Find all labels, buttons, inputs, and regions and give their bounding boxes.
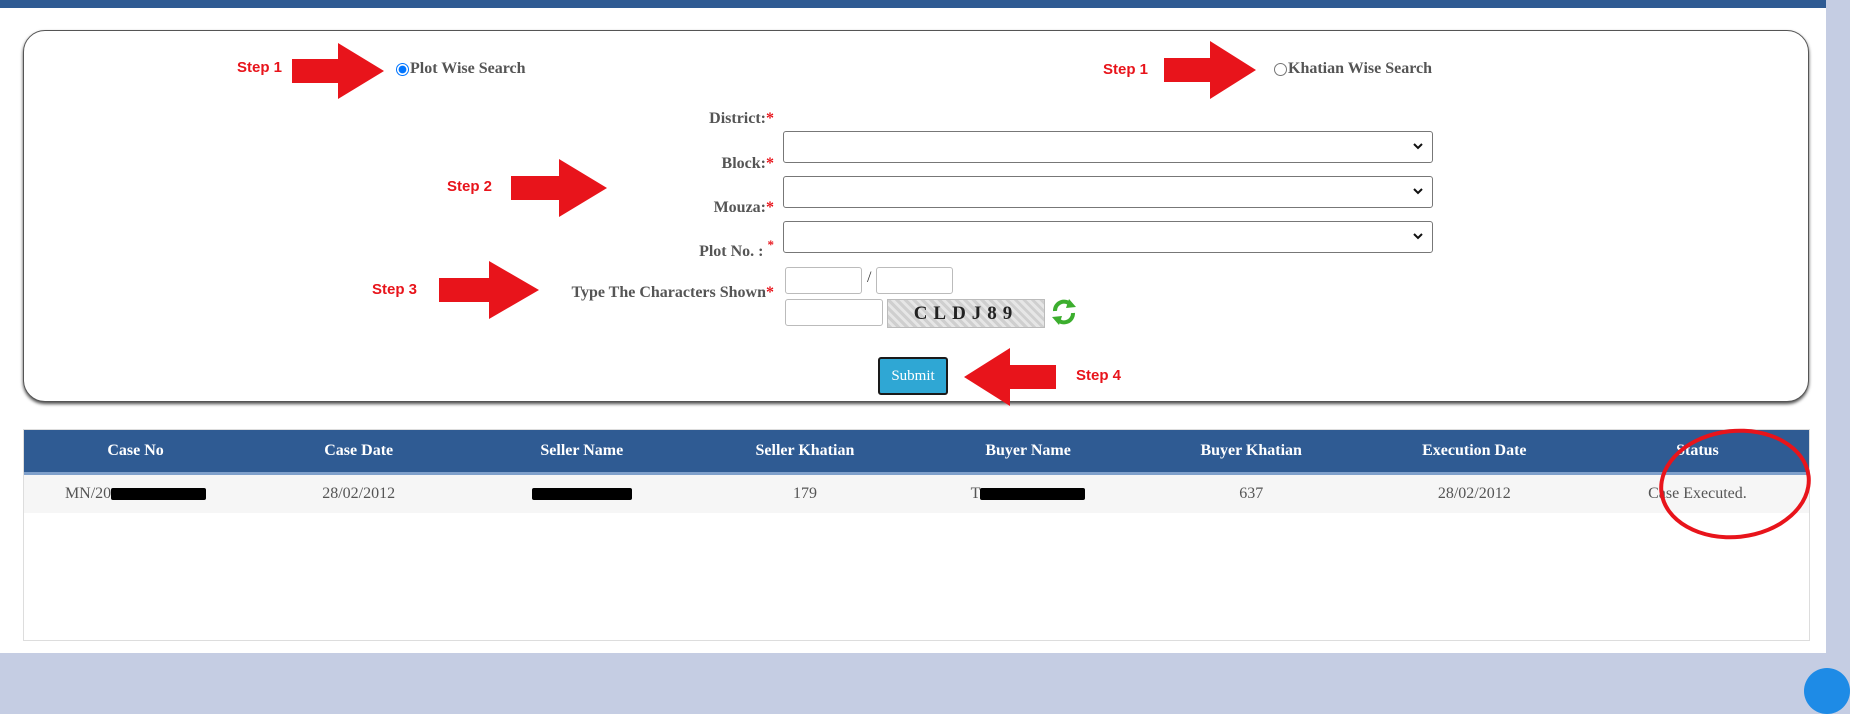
chevron-down-icon <box>1413 188 1423 195</box>
case-no-cell: MN/20 <box>24 475 247 513</box>
mouza-select[interactable] <box>783 221 1433 253</box>
step4-label: Step 4 <box>1076 367 1122 384</box>
plot-no-sub-input[interactable] <box>876 267 953 294</box>
step1-label-khatian: Step 1 <box>1103 61 1149 78</box>
column-header: Buyer Khatian <box>1200 442 1302 459</box>
chevron-down-icon <box>1413 233 1423 240</box>
redaction-mark <box>531 488 632 500</box>
arrow-right-icon <box>1164 41 1256 99</box>
arrow-right-icon <box>439 261 539 319</box>
column-header: Seller Name <box>540 442 624 459</box>
column-header: Execution Date <box>1422 442 1527 459</box>
page-content: Step 1 Plot Wise Search Step 1 Khatian W… <box>0 8 1826 653</box>
captcha-image: CLDJ89 <box>887 299 1045 328</box>
results-table: Case No Case Date Seller Name Seller Kha… <box>23 429 1810 641</box>
column-header: Seller Khatian <box>755 442 855 459</box>
plot-no-label: Plot No. : * <box>699 237 774 260</box>
table-row: MN/20 28/02/2012 179 T 637 28/02/2012 Ca… <box>24 475 1809 513</box>
execution-date-cell: 28/02/2012 <box>1437 485 1511 502</box>
chevron-down-icon <box>1413 143 1423 150</box>
refresh-icon[interactable] <box>1049 297 1079 327</box>
chat-widget-icon[interactable] <box>1804 668 1850 714</box>
redaction-mark <box>111 488 207 500</box>
submit-button[interactable]: Submit <box>878 357 948 395</box>
district-select[interactable] <box>783 131 1433 163</box>
arrow-right-icon <box>511 159 607 217</box>
case-date-cell: 28/02/2012 <box>322 485 396 502</box>
buyer-name-cell: T <box>917 475 1140 513</box>
step2-label: Step 2 <box>447 178 493 195</box>
radio-khatian-wise-search[interactable]: Khatian Wise Search <box>1274 60 1432 78</box>
redaction-mark <box>980 488 1086 500</box>
column-header: Case No <box>107 442 164 459</box>
top-header-bar <box>0 0 1826 8</box>
block-select[interactable] <box>783 176 1433 208</box>
column-header: Case Date <box>324 442 394 459</box>
buyer-khatian-cell: 637 <box>1239 485 1264 502</box>
block-label: Block:* <box>721 155 774 172</box>
mouza-label: Mouza:* <box>713 199 774 216</box>
table-header: Case No Case Date Seller Name Seller Kha… <box>24 430 1809 475</box>
search-card: Step 1 Plot Wise Search Step 1 Khatian W… <box>23 30 1809 406</box>
district-label: District:* <box>709 110 774 127</box>
khatian-wise-radio[interactable] <box>1274 62 1287 76</box>
step3-label: Step 3 <box>372 281 418 298</box>
plot-no-input[interactable] <box>785 267 862 294</box>
seller-name-cell <box>470 475 693 513</box>
plot-no-separator: / <box>867 269 872 286</box>
captcha-label: Type The Characters Shown* <box>571 284 774 301</box>
captcha-input[interactable] <box>785 299 883 326</box>
seller-khatian-cell: 179 <box>792 485 817 502</box>
form-labels: District:* Block:* Mouza:* Plot No. : * T… <box>24 31 774 401</box>
arrow-left-icon <box>964 348 1056 406</box>
column-header: Buyer Name <box>985 442 1071 459</box>
